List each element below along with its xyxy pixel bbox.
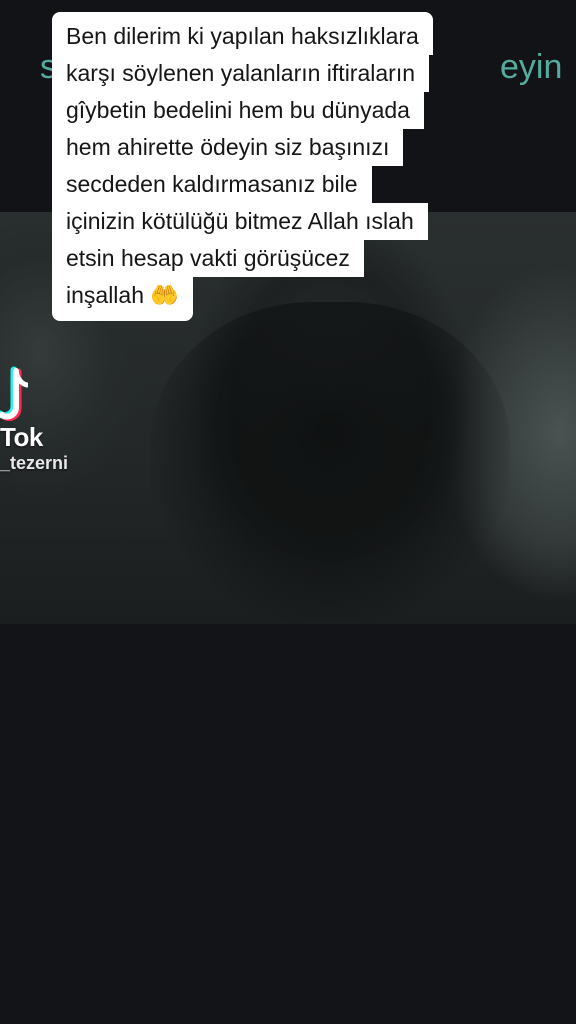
caption-line: etsin hesap vakti görüşücez (52, 240, 364, 277)
video-subject-shadow (150, 302, 510, 622)
caption-line: secdeden kaldırmasanız bile (52, 166, 372, 203)
caption-line: Ben dilerim ki yapılan haksızlıklara (52, 12, 433, 55)
caption-line-last: inşallah 🤲 (52, 277, 194, 321)
video-screen[interactable]: s eyin Ben dilerim ki yapılan haksızlıkl… (0, 0, 576, 1024)
tiktok-logo-icon (0, 366, 28, 422)
tiktok-watermark: Tok _tezerni (0, 360, 120, 480)
caption-line: karşı söylenen yalanların iftiraların (52, 55, 429, 92)
caption-line: içinizin kötülüğü bitmez Allah ıslah (52, 203, 428, 240)
praying-hands-emoji-icon: 🤲 (150, 283, 180, 309)
lower-dark-area (0, 624, 576, 1024)
tiktok-username: _tezerni (0, 453, 69, 473)
caption-line: hem ahirette ödeyin siz başınızı (52, 129, 404, 166)
caption-line: gîybetin bedelini hem bu dünyada (52, 92, 424, 129)
caption-line-text: inşallah (66, 282, 144, 308)
tiktok-brand-text: Tok (0, 422, 43, 452)
caption-text-box: Ben dilerim ki yapılan haksızlıklara kar… (52, 12, 522, 321)
